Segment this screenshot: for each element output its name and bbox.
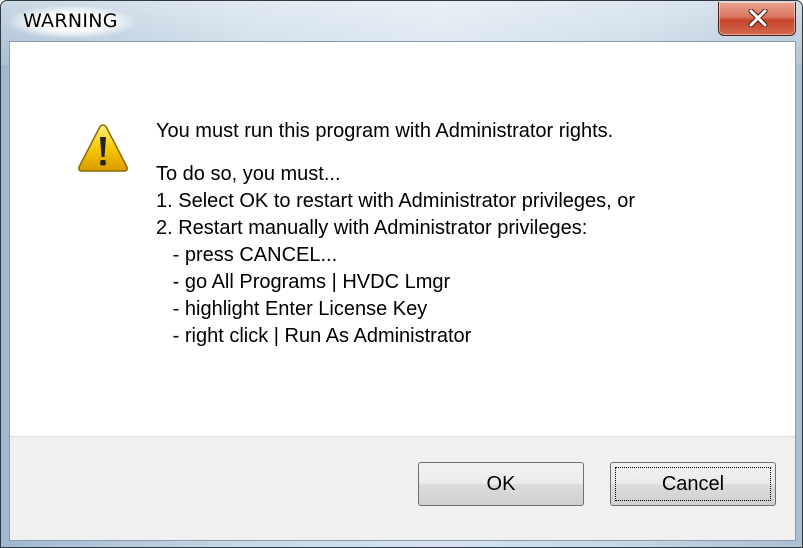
cancel-button[interactable]: Cancel	[610, 462, 776, 506]
message-text: You must run this program with Administr…	[156, 118, 635, 350]
cancel-button-label: Cancel	[661, 473, 725, 495]
message-line: - press CANCEL...	[156, 244, 338, 266]
button-bar: OK Cancel	[10, 436, 795, 540]
message-line: To do so, you must...	[156, 163, 341, 185]
window-title: WARNING	[9, 6, 134, 38]
message-line: 1. Select OK to restart with Administrat…	[156, 190, 636, 212]
close-button[interactable]	[718, 2, 796, 36]
close-x-icon	[748, 9, 768, 27]
message-line: - highlight Enter License Key	[156, 298, 428, 320]
message-line: - right click | Run As Administrator	[156, 325, 472, 347]
warning-triangle-icon	[78, 124, 128, 172]
message-line: 2. Restart manually with Administrator p…	[156, 217, 588, 239]
message-headline: You must run this program with Administr…	[156, 120, 614, 142]
ok-button[interactable]: OK	[418, 462, 584, 506]
title-bar[interactable]: WARNING	[1, 1, 802, 41]
message-line: - go All Programs | HVDC Lmgr	[156, 271, 451, 293]
dialog-window: WARNING You must run this program with A…	[0, 0, 803, 548]
dialog-content: You must run this program with Administr…	[9, 41, 796, 541]
